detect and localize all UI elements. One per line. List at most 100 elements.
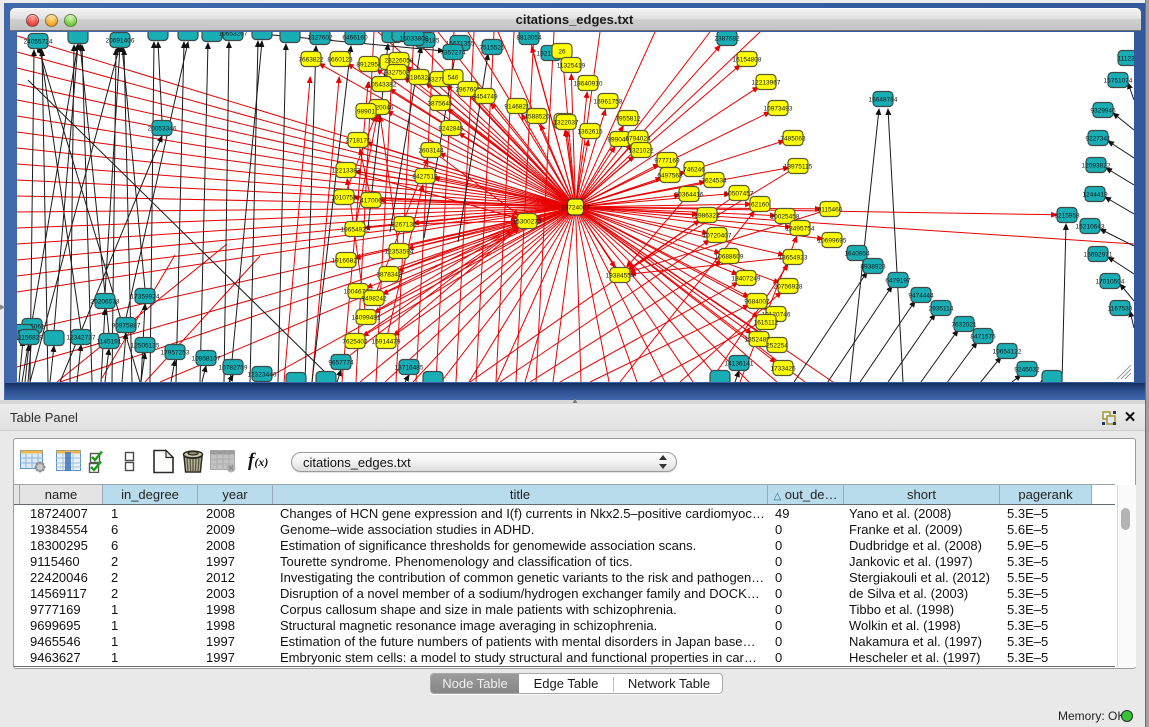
svg-text:20691406: 20691406	[106, 38, 135, 45]
svg-text:2603144: 2603144	[418, 148, 444, 155]
svg-text:10782759: 10782759	[219, 365, 248, 372]
svg-text:1327602: 1327602	[307, 35, 333, 42]
svg-text:8454749: 8454749	[472, 94, 498, 101]
svg-text:13716485: 13716485	[395, 365, 424, 372]
svg-text:98901: 98901	[357, 109, 375, 116]
svg-text:1322037: 1322037	[553, 120, 579, 127]
svg-text:10654122: 10654122	[993, 349, 1022, 356]
svg-text:7515525: 7515525	[479, 45, 505, 52]
svg-text:19384554: 19384554	[606, 273, 635, 280]
svg-text:16033809: 16033809	[400, 36, 429, 43]
svg-text:746246: 746246	[683, 167, 705, 174]
svg-text:18640910: 18640910	[574, 81, 603, 88]
svg-text:20206578: 20206578	[91, 299, 120, 306]
svg-text:12213967: 12213967	[752, 80, 781, 87]
svg-text:7663822: 7663822	[298, 57, 324, 64]
svg-text:20756928: 20756928	[774, 284, 803, 291]
svg-text:6466160: 6466160	[342, 35, 368, 42]
svg-text:2986322: 2986322	[694, 213, 720, 220]
svg-text:10720407: 10720407	[703, 233, 732, 240]
svg-text:8912954: 8912954	[356, 62, 382, 69]
svg-text:8471676: 8471676	[970, 334, 996, 341]
svg-text:417006: 417006	[360, 198, 382, 205]
svg-text:19166827: 19166827	[332, 258, 361, 265]
svg-text:26: 26	[558, 49, 566, 56]
svg-text:20053346: 20053346	[148, 126, 177, 133]
svg-text:9777169: 9777169	[654, 158, 680, 165]
svg-text:6497563: 6497563	[657, 173, 683, 180]
svg-text:1588520: 1588520	[524, 114, 550, 121]
svg-text:8427512: 8427512	[412, 174, 438, 181]
svg-text:10543382: 10543382	[368, 82, 397, 89]
svg-text:9146821: 9146821	[504, 104, 530, 111]
svg-text:20364416: 20364416	[675, 192, 704, 199]
svg-text:1321022: 1321022	[628, 148, 654, 155]
svg-text:3624534: 3624534	[701, 178, 727, 185]
svg-text:111234: 111234	[1118, 56, 1134, 63]
svg-text:12342737: 12342737	[67, 335, 96, 342]
svg-text:9329946: 9329946	[1090, 108, 1116, 115]
svg-text:8938923: 8938923	[860, 264, 886, 271]
svg-text:3878342: 3878342	[376, 272, 402, 279]
svg-text:1362615: 1362615	[577, 129, 603, 136]
svg-text:9498242: 9498242	[361, 296, 387, 303]
svg-text:16961758: 16961758	[594, 99, 623, 106]
svg-text:90975887: 90975887	[112, 323, 141, 330]
svg-text:12505135: 12505135	[131, 343, 160, 350]
svg-text:24055724: 24055724	[24, 39, 53, 46]
svg-text:11325419: 11325419	[557, 63, 586, 70]
svg-text:1733426: 1733426	[770, 366, 796, 373]
svg-text:9115460: 9115460	[818, 207, 843, 214]
svg-text:1244419: 1244419	[1082, 192, 1108, 199]
svg-text:12213383: 12213383	[332, 168, 361, 175]
svg-text:16914479: 16914479	[372, 339, 401, 346]
svg-text:8267130: 8267130	[391, 222, 417, 229]
svg-text:16210643: 16210643	[1076, 224, 1105, 231]
svg-text:18407249: 18407249	[732, 276, 761, 283]
svg-text:9684007: 9684007	[744, 299, 770, 306]
svg-text:1167533: 1167533	[1108, 306, 1133, 313]
svg-text:10699695: 10699695	[818, 238, 847, 245]
svg-text:16648784: 16648784	[869, 97, 898, 104]
svg-text:15751074: 15751074	[1104, 78, 1133, 85]
svg-text:14099481: 14099481	[352, 315, 381, 322]
svg-text:62160: 62160	[751, 202, 769, 209]
svg-text:7632021: 7632021	[951, 322, 977, 329]
svg-text:18724007: 18724007	[561, 205, 590, 212]
svg-text:9242845: 9242845	[438, 126, 464, 133]
svg-text:10653267: 10653267	[219, 32, 248, 38]
svg-text:7955812: 7955812	[615, 116, 641, 123]
svg-text:10025458: 10025458	[771, 214, 800, 221]
svg-text:6794024: 6794024	[625, 136, 651, 143]
svg-text:12093822: 12093822	[1082, 163, 1111, 170]
svg-text:2387682: 2387682	[714, 36, 740, 43]
svg-text:14136141: 14136141	[725, 361, 754, 368]
svg-text:9657774: 9657774	[328, 360, 354, 367]
svg-text:19654922: 19654922	[341, 227, 370, 234]
svg-text:8660123: 8660123	[327, 57, 353, 64]
svg-text:10958107: 10958107	[192, 356, 221, 363]
svg-text:13495754: 13495754	[786, 226, 815, 233]
svg-text:1145191: 1145191	[97, 339, 122, 346]
svg-text:17010504: 17010504	[1096, 279, 1125, 286]
svg-text:13654923: 13654923	[779, 255, 808, 262]
svg-text:1615112: 1615112	[754, 320, 779, 327]
svg-text:12353594: 12353594	[385, 249, 414, 256]
svg-text:2935114: 2935114	[929, 306, 954, 313]
svg-text:15692971: 15692971	[1084, 252, 1113, 259]
svg-text:10507457: 10507457	[725, 191, 754, 198]
svg-text:8215958: 8215958	[1054, 213, 1080, 220]
svg-text:1640954: 1640954	[844, 251, 870, 258]
svg-text:6479197: 6479197	[885, 278, 911, 285]
svg-text:11156829: 11156829	[17, 335, 43, 342]
svg-text:252254: 252254	[766, 343, 788, 350]
svg-text:8813054: 8813054	[516, 35, 542, 42]
svg-text:16154808: 16154808	[733, 57, 762, 64]
svg-text:2718170: 2718170	[345, 138, 371, 145]
svg-text:23226058: 23226058	[385, 58, 414, 65]
svg-text:15300273: 15300273	[513, 219, 542, 226]
svg-text:10688609: 10688609	[715, 254, 744, 261]
svg-text:17957253: 17957253	[161, 350, 190, 357]
svg-text:7485063: 7485063	[780, 136, 806, 143]
svg-text:17359924: 17359924	[131, 294, 160, 301]
